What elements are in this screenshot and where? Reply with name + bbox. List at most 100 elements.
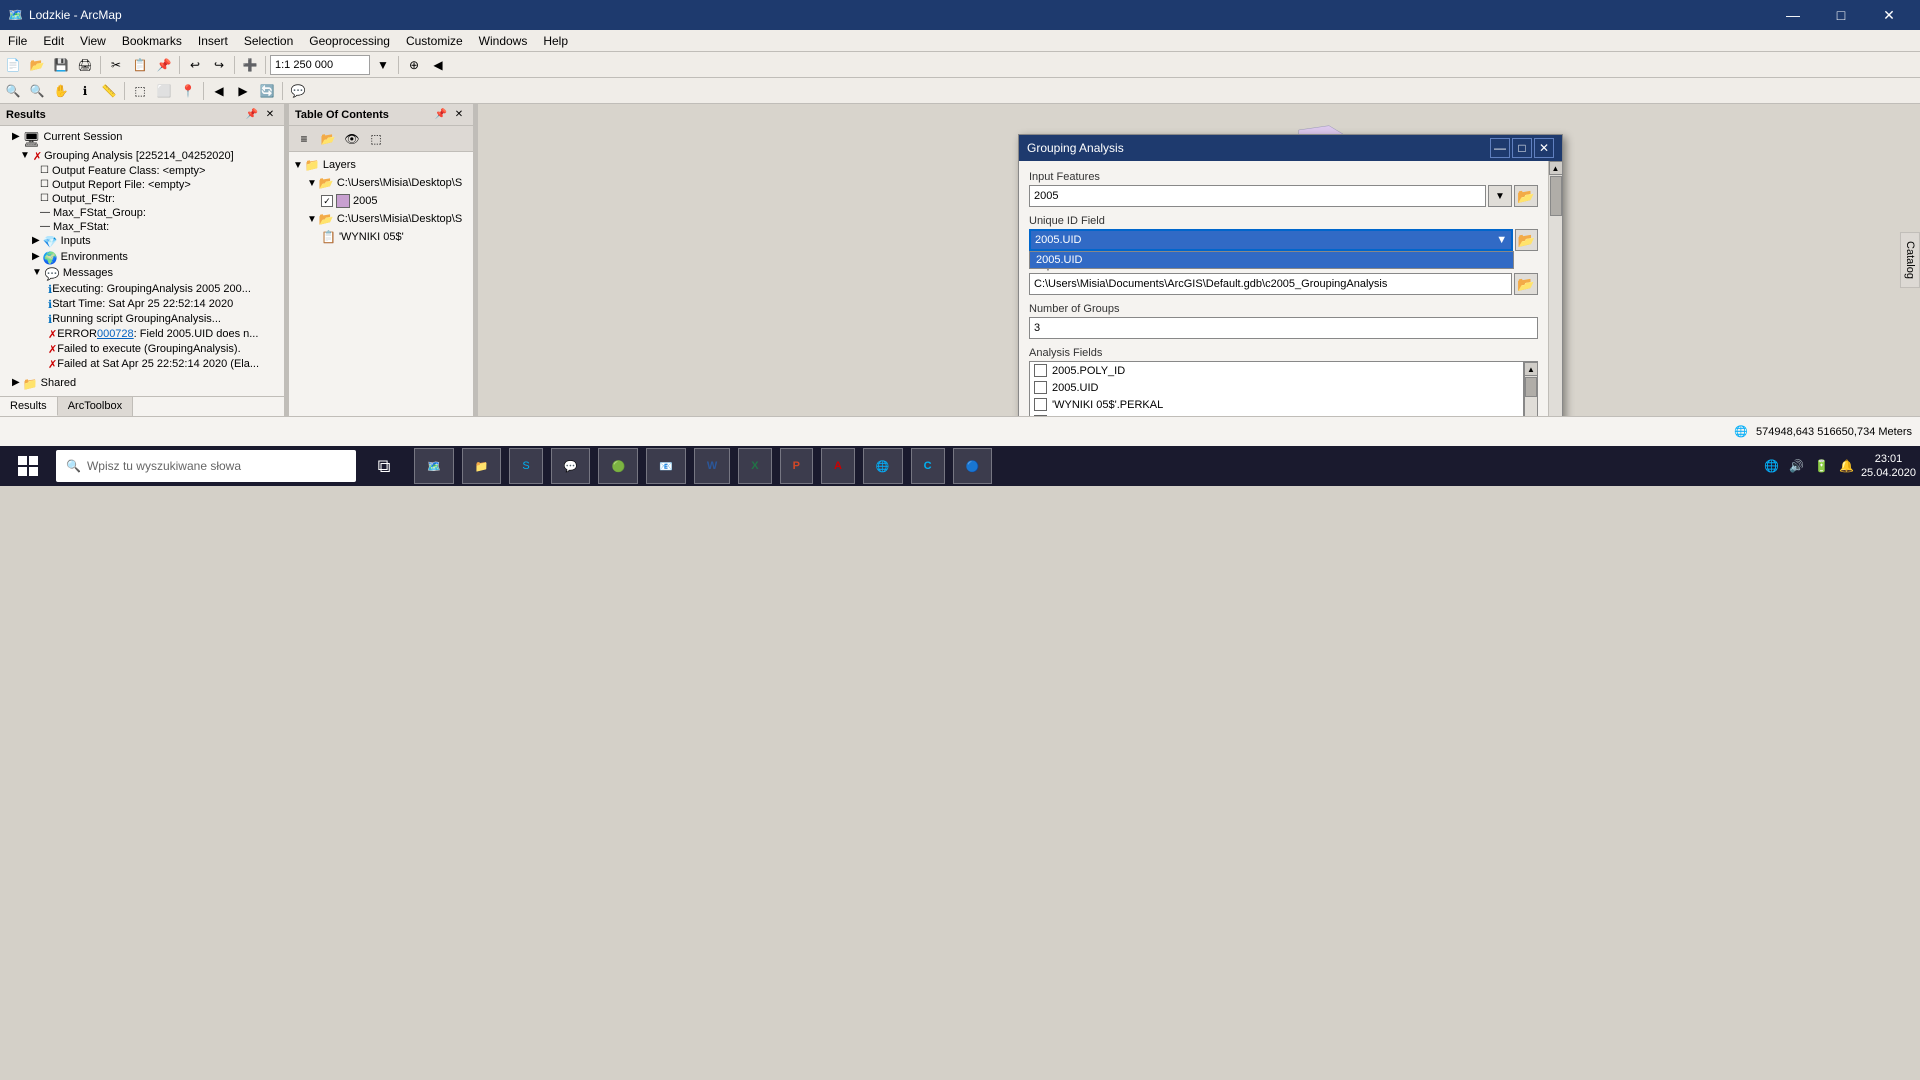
tree-item-grouping[interactable]: ▼ ✗ Grouping Analysis [225214_04252020] (4, 149, 280, 164)
menu-windows[interactable]: Windows (471, 30, 536, 51)
zoom-prev-button[interactable]: ◀ (427, 54, 449, 76)
catalog-tab[interactable]: Catalog (1900, 232, 1920, 288)
field-ranga[interactable]: 'WYNIKI 05$'.RANGA (1030, 413, 1523, 416)
go-back-button[interactable]: ◀ (208, 80, 230, 102)
zoom-out-button[interactable]: 🔍 (26, 80, 48, 102)
copy-button[interactable]: 📋 (129, 54, 151, 76)
taskbar-word[interactable]: W (694, 448, 730, 484)
tree-item-output-fc[interactable]: ☐ Output Feature Class: <empty> (4, 164, 280, 178)
field-poly-id-checkbox[interactable] (1034, 364, 1047, 377)
tree-item-max-fstat-group[interactable]: — Max_FStat_Group: (4, 206, 280, 220)
identify-button[interactable]: ℹ (74, 80, 96, 102)
taskbar-acrobat[interactable]: A (821, 448, 855, 484)
windows-start-button[interactable] (4, 446, 52, 486)
pan-button[interactable]: ✋ (50, 80, 72, 102)
add-data-button[interactable]: ➕ (239, 54, 261, 76)
toc-list-by-drawing-order[interactable]: ≡ (293, 128, 315, 150)
tree-item-shared[interactable]: ▶ 📁 Shared (4, 376, 280, 392)
results-panel-pin[interactable]: 📌 (244, 107, 260, 123)
taskbar-clock[interactable]: 23:01 25.04.2020 (1861, 452, 1916, 481)
tree-item-messages[interactable]: ▼ 💬 Messages (4, 266, 280, 282)
output-fc-browse-button[interactable]: 📂 (1514, 273, 1538, 295)
tree-item-max-fstat[interactable]: — Max_FStat: (4, 220, 280, 234)
go-forward-button[interactable]: ▶ (232, 80, 254, 102)
menu-edit[interactable]: Edit (35, 30, 72, 51)
toc-list-by-selection[interactable]: ⬚ (365, 128, 387, 150)
new-button[interactable]: 📄 (2, 54, 24, 76)
tab-arctoolbox[interactable]: ArcToolbox (58, 397, 133, 416)
taskbar-whatsapp[interactable]: 🟢 (598, 448, 638, 484)
tree-item-error[interactable]: ✗ ERROR 000728 : Field 2005.UID does n..… (4, 327, 280, 342)
refresh-button[interactable]: 🔄 (256, 80, 278, 102)
menu-view[interactable]: View (72, 30, 114, 51)
error-link[interactable]: 000728 (97, 328, 134, 340)
taskbar-outlook[interactable]: 📧 (646, 448, 686, 484)
clear-selected-button[interactable]: ⬜ (153, 80, 175, 102)
unique-id-field[interactable]: 2005.UID ▼ (1029, 229, 1513, 251)
tree-item-inputs[interactable]: ▶ 💎 Inputs (4, 234, 280, 250)
results-panel-close[interactable]: ✕ (262, 107, 278, 123)
undo-button[interactable]: ↩ (184, 54, 206, 76)
task-view-button[interactable]: ⧉ (360, 446, 408, 486)
measure-button[interactable]: 📏 (98, 80, 120, 102)
tree-item-session[interactable]: ▶ 🖥 Current Session (4, 130, 280, 149)
tab-results[interactable]: Results (0, 397, 58, 416)
field-perkal[interactable]: 'WYNIKI 05$'.PERKAL (1030, 396, 1523, 413)
close-button[interactable]: ✕ (1866, 0, 1912, 30)
toc-wyniki[interactable]: 📋 'WYNIKI 05$' (293, 228, 469, 246)
select-by-location-button[interactable]: 📍 (177, 80, 199, 102)
toc-layers[interactable]: ▼ 📁 Layers (293, 156, 469, 174)
menu-file[interactable]: File (0, 30, 35, 51)
volume-icon[interactable]: 🔊 (1786, 459, 1807, 473)
save-button[interactable]: 💾 (50, 54, 72, 76)
taskbar-chrome[interactable]: 🌐 (863, 448, 903, 484)
dialog-scroll-thumb[interactable] (1550, 176, 1562, 216)
toc-list-by-visibility[interactable]: 👁 (341, 128, 363, 150)
field-perkal-checkbox[interactable] (1034, 398, 1047, 411)
toc-close-button[interactable]: ✕ (451, 107, 467, 123)
menu-bookmarks[interactable]: Bookmarks (114, 30, 190, 51)
toc-list-by-source[interactable]: 📂 (317, 128, 339, 150)
taskbar-powerpoint[interactable]: P (780, 448, 813, 484)
dialog-close-button[interactable]: ✕ (1534, 138, 1554, 158)
map-area[interactable]: Catalog Grouping Analysis — □ ✕ Input Fe… (478, 104, 1920, 416)
dialog-scroll-up[interactable]: ▲ (1549, 161, 1563, 175)
scroll-up-arrow[interactable]: ▲ (1524, 362, 1538, 376)
taskbar-sth[interactable]: 🔵 (953, 448, 993, 484)
paste-button[interactable]: 📌 (153, 54, 175, 76)
tree-item-environments[interactable]: ▶ 🌍 Environments (4, 250, 280, 266)
tree-item-output-report[interactable]: ☐ Output Report File: <empty> (4, 178, 280, 192)
taskbar-skype[interactable]: S (509, 448, 542, 484)
map-tips-button[interactable]: 💬 (287, 80, 309, 102)
menu-customize[interactable]: Customize (398, 30, 471, 51)
scale-dropdown-button[interactable]: ▼ (372, 54, 394, 76)
taskbar-explorer[interactable]: 📁 (462, 448, 502, 484)
open-button[interactable]: 📂 (26, 54, 48, 76)
menu-help[interactable]: Help (535, 30, 576, 51)
layer-2005-checkbox[interactable]: ✓ (321, 195, 333, 207)
scroll-thumb[interactable] (1525, 377, 1537, 397)
taskbar-arcmap[interactable]: 🗺️ (414, 448, 454, 484)
toc-dataframe-2[interactable]: ▼ 📂 C:\Users\Misia\Desktop\S (293, 210, 469, 228)
network-icon[interactable]: 🌐 (1761, 459, 1782, 473)
field-poly-id[interactable]: 2005.POLY_ID (1030, 362, 1523, 379)
zoom-in-button[interactable]: 🔍 (2, 80, 24, 102)
toc-layer-2005[interactable]: ✓ 2005 (293, 192, 469, 210)
zoom-full-button[interactable]: ⊕ (403, 54, 425, 76)
tree-item-output-fstr[interactable]: ☐ Output_FStr: (4, 192, 280, 206)
cut-button[interactable]: ✂ (105, 54, 127, 76)
dialog-minimize-button[interactable]: — (1490, 138, 1510, 158)
menu-selection[interactable]: Selection (236, 30, 301, 51)
menu-geoprocessing[interactable]: Geoprocessing (301, 30, 398, 51)
toc-pin-button[interactable]: 📌 (433, 107, 449, 123)
field-uid-checkbox[interactable] (1034, 381, 1047, 394)
maximize-button[interactable]: □ (1818, 0, 1864, 30)
input-features-dropdown-button[interactable]: ▼ (1488, 185, 1512, 207)
dialog-maximize-button[interactable]: □ (1512, 138, 1532, 158)
field-uid[interactable]: 2005.UID (1030, 379, 1523, 396)
input-features-browse-button[interactable]: 📂 (1514, 185, 1538, 207)
toc-dataframe-1[interactable]: ▼ 📂 C:\Users\Misia\Desktop\S (293, 174, 469, 192)
battery-icon[interactable]: 🔋 (1811, 459, 1832, 473)
taskbar-excel[interactable]: X (738, 448, 771, 484)
field-ranga-checkbox[interactable] (1034, 415, 1047, 416)
